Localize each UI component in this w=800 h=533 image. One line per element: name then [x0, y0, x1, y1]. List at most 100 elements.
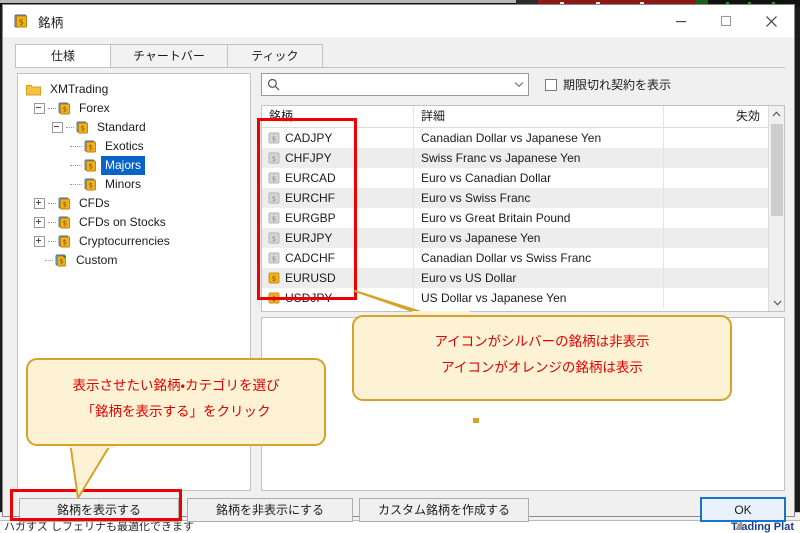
collapse-toggle-icon[interactable]: [34, 103, 45, 114]
svg-text:$: $: [63, 201, 67, 209]
tree-item-forex[interactable]: $ Forex: [18, 99, 250, 118]
symbol-book-icon: $: [84, 178, 97, 191]
symbol-name: EURUSD: [285, 271, 336, 285]
create-custom-symbol-button[interactable]: カスタム銘柄を作成する: [359, 498, 529, 522]
symbol-book-icon: $: [84, 159, 97, 172]
dialog-title: 銘柄: [38, 15, 64, 30]
cell-description: Euro vs US Dollar: [414, 268, 664, 288]
search-input[interactable]: [280, 74, 510, 95]
symbol-name: EURJPY: [285, 231, 333, 245]
tree-item-xmtrading[interactable]: XMTrading: [18, 80, 250, 99]
expand-toggle-icon[interactable]: [34, 217, 45, 228]
search-box[interactable]: [261, 73, 529, 96]
column-header-description[interactable]: 詳細: [414, 106, 664, 127]
symbol-name: EURCAD: [285, 171, 336, 185]
search-icon: [267, 78, 280, 91]
svg-text:$: $: [272, 295, 276, 303]
table-row[interactable]: $ EURUSD Euro vs US Dollar: [262, 268, 784, 288]
cell-expiry: [664, 288, 768, 308]
category-tree: XMTrading $ Forex $ Standard $ Exotics $…: [18, 74, 250, 270]
cell-symbol: $ EURUSD: [262, 268, 414, 288]
tree-label: Custom: [76, 253, 118, 267]
cell-description: Euro vs Swiss Franc: [414, 188, 664, 208]
tree-label: Exotics: [105, 139, 144, 153]
cell-expiry: [664, 188, 768, 208]
tree-label: CFDs on Stocks: [79, 215, 166, 229]
callout-left-line1: 表示させたい銘柄・カテゴリを選び: [72, 378, 280, 393]
callout-right-line1: アイコンがシルバーの銘柄は非表示: [434, 334, 650, 349]
tree-label: Cryptocurrencies: [79, 234, 170, 248]
show-symbol-button[interactable]: 銘柄を表示する: [19, 498, 179, 522]
cell-symbol: $ USDJPY: [262, 288, 414, 308]
table-row[interactable]: $ EURCAD Euro vs Canadian Dollar: [262, 168, 784, 188]
cell-expiry: [664, 208, 768, 228]
tab-chart-bars[interactable]: チャートバー: [110, 44, 228, 67]
cell-expiry: [664, 228, 768, 248]
tab-ticks[interactable]: ティック: [226, 44, 323, 67]
table-scrollbar[interactable]: [768, 106, 784, 311]
callout-right-line2: アイコンがオレンジの銘柄は表示: [441, 360, 643, 376]
table-row[interactable]: $ EURGBP Euro vs Great Britain Pound: [262, 208, 784, 228]
svg-text:$: $: [272, 235, 276, 243]
cell-description: Euro vs Canadian Dollar: [414, 168, 664, 188]
hide-symbol-button[interactable]: 銘柄を非表示にする: [187, 498, 353, 522]
minimize-icon[interactable]: [658, 5, 703, 37]
callout-select-and-click: 表示させたい銘柄・カテゴリを選び 「銘柄を表示する」をクリック: [26, 358, 326, 446]
chevron-up-icon[interactable]: [769, 106, 784, 122]
scrollbar-thumb[interactable]: [771, 124, 783, 216]
symbol-name: CHFJPY: [285, 151, 332, 165]
cell-description: Swiss Franc vs Japanese Yen: [414, 148, 664, 168]
tree-label: XMTrading: [50, 82, 109, 96]
tree-connector: [70, 164, 82, 167]
chevron-down-icon[interactable]: [769, 295, 784, 311]
callout-left-line2: 「銘柄を表示する」をクリック: [81, 404, 271, 420]
table-row[interactable]: $ CHFJPY Swiss Franc vs Japanese Yen: [262, 148, 784, 168]
chevron-down-icon[interactable]: [510, 74, 528, 95]
tree-item-cryptocurrencies[interactable]: $ Cryptocurrencies: [18, 232, 250, 251]
symbol-book-icon: $: [58, 216, 71, 229]
tree-item-custom[interactable]: $ Custom: [18, 251, 250, 270]
table-row[interactable]: $ EURCHF Euro vs Swiss Franc: [262, 188, 784, 208]
svg-text:$: $: [63, 220, 67, 228]
table-row[interactable]: $ CADJPY Canadian Dollar vs Japanese Yen: [262, 128, 784, 148]
tree-item-majors[interactable]: $ Majors: [18, 156, 250, 175]
background-status-left: ハガすズ しフェリナも最適化できます: [4, 521, 195, 533]
dialog-titlebar: $ 銘柄: [3, 5, 794, 37]
svg-text:$: $: [272, 215, 276, 223]
tree-label: CFDs: [79, 196, 110, 210]
tree-connector: [48, 240, 56, 243]
tree-item-exotics[interactable]: $ Exotics: [18, 137, 250, 156]
expired-contracts-checkbox-row[interactable]: 期限切れ契約を表示: [545, 76, 671, 93]
column-header-symbol[interactable]: 銘柄: [262, 106, 414, 127]
cell-expiry: [664, 128, 768, 148]
expand-toggle-icon[interactable]: [34, 236, 45, 247]
table-row[interactable]: $ USDJPY US Dollar vs Japanese Yen: [262, 288, 784, 308]
cell-symbol: $ EURCAD: [262, 168, 414, 188]
tree-label: Forex: [79, 101, 110, 115]
maximize-icon[interactable]: [703, 5, 748, 37]
svg-text:$: $: [59, 258, 63, 266]
tab-specification[interactable]: 仕様: [15, 44, 111, 67]
svg-text:$: $: [81, 125, 85, 133]
collapse-toggle-icon[interactable]: [52, 122, 63, 133]
cell-description: Euro vs Japanese Yen: [414, 228, 664, 248]
expand-toggle-icon[interactable]: [34, 198, 45, 209]
cell-symbol: $ CHFJPY: [262, 148, 414, 168]
tree-item-minors[interactable]: $ Minors: [18, 175, 250, 194]
tree-item-standard[interactable]: $ Standard: [18, 118, 250, 137]
close-icon[interactable]: [748, 5, 794, 37]
expired-contracts-checkbox[interactable]: [545, 78, 557, 91]
table-row[interactable]: $ EURJPY Euro vs Japanese Yen: [262, 228, 784, 248]
column-header-expiry[interactable]: 失効: [664, 106, 768, 127]
cell-expiry: [664, 168, 768, 188]
svg-text:$: $: [272, 155, 276, 163]
callout-icon-colors: アイコンがシルバーの銘柄は非表示 アイコンがオレンジの銘柄は表示: [352, 315, 732, 401]
svg-text:$: $: [89, 144, 93, 152]
symbols-table[interactable]: 銘柄 詳細 失効 $ CADJPY Canadian Dollar vs Jap…: [261, 105, 785, 312]
tree-connector: [70, 183, 82, 186]
tree-item-cfds[interactable]: $ CFDs: [18, 194, 250, 213]
table-body: $ CADJPY Canadian Dollar vs Japanese Yen…: [262, 128, 784, 308]
table-row[interactable]: $ CADCHF Canadian Dollar vs Swiss Franc: [262, 248, 784, 268]
ok-button[interactable]: OK: [700, 497, 786, 522]
tree-item-cfds-on-stocks[interactable]: $ CFDs on Stocks: [18, 213, 250, 232]
